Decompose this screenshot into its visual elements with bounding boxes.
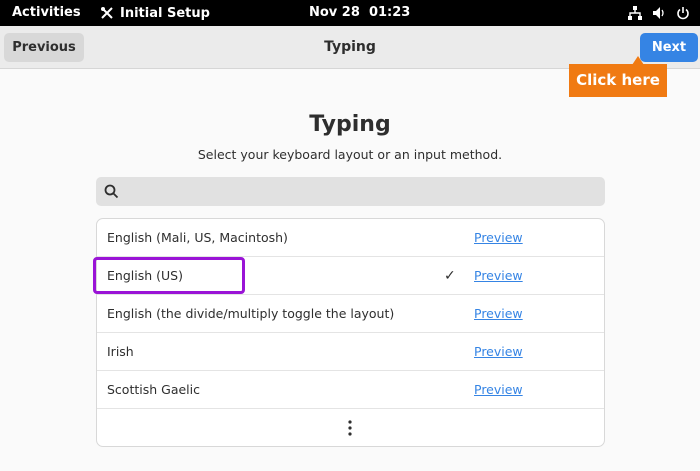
highlight-box [93, 257, 245, 294]
preview-link[interactable]: Preview [474, 371, 523, 409]
search-icon [104, 184, 119, 199]
preview-link[interactable]: Preview [474, 219, 523, 257]
more-vertical-icon [348, 420, 352, 436]
list-item[interactable]: English (the divide/multiply toggle the … [97, 295, 604, 333]
network-icon [628, 6, 642, 20]
tools-icon [101, 7, 113, 19]
layout-list: English (Mali, US, Macintosh) Preview En… [96, 218, 605, 447]
preview-link[interactable]: Preview [474, 295, 523, 333]
page-subtitle: Select your keyboard layout or an input … [197, 147, 503, 162]
more-layouts-button[interactable] [97, 409, 604, 446]
checkmark-icon: ✓ [444, 268, 456, 284]
page-title: Typing [309, 112, 391, 137]
search-input[interactable] [126, 177, 596, 206]
top-bar: Activities Initial Setup Nov 28 01:23 [0, 0, 700, 26]
app-name: Initial Setup [120, 5, 210, 21]
layout-label: English (the divide/multiply toggle the … [107, 306, 395, 321]
preview-link[interactable]: Preview [474, 257, 523, 295]
click-here-callout: Click here [569, 64, 667, 97]
clock[interactable]: Nov 28 01:23 [309, 0, 410, 26]
app-menu[interactable]: Initial Setup [100, 0, 210, 26]
search-bar[interactable] [96, 177, 605, 206]
previous-button[interactable]: Previous [4, 33, 84, 62]
list-item[interactable]: Irish Preview [97, 333, 604, 371]
activities-button[interactable]: Activities [12, 0, 81, 26]
header-title: Typing [324, 39, 376, 55]
layout-label: Scottish Gaelic [107, 382, 200, 397]
volume-icon [653, 7, 664, 19]
next-button[interactable]: Next [640, 33, 698, 62]
header-bar: Previous Typing Next [0, 26, 700, 69]
preview-link[interactable]: Preview [474, 333, 523, 371]
power-icon [677, 7, 689, 20]
list-item[interactable]: Scottish Gaelic Preview [97, 371, 604, 409]
layout-label: English (Mali, US, Macintosh) [107, 230, 288, 245]
system-tray[interactable] [628, 0, 690, 26]
layout-label: Irish [107, 344, 134, 359]
list-item[interactable]: English (Mali, US, Macintosh) Preview [97, 219, 604, 257]
